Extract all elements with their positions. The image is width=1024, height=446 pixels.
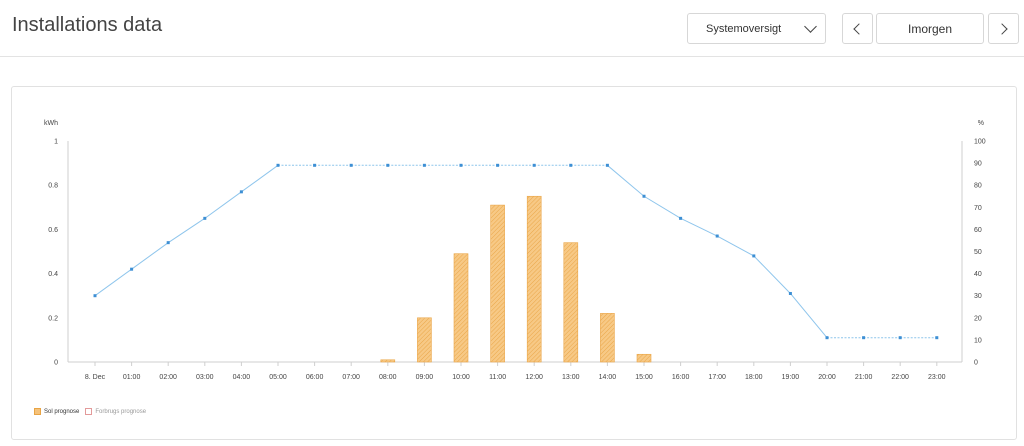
y-right-tick-label: 90 [974,161,982,168]
y-left-axis-label: kWh [44,120,58,127]
line-segment [716,235,755,257]
sol-bar [600,313,615,363]
line-point [788,291,792,295]
line-point [642,194,646,198]
sol-bar [380,359,396,363]
x-tick-label: 15:00 [635,374,653,381]
line-point [752,254,756,258]
x-tick-label: 19:00 [782,374,800,381]
line-point [898,336,902,340]
x-tick-label: 22:00 [891,374,909,381]
y-left-tick-label: 1 [54,139,58,146]
x-tick-label: 14:00 [599,374,617,381]
line-point [239,190,243,194]
x-tick-label: 16:00 [672,374,690,381]
y-right-tick-label: 50 [974,249,982,256]
line-segment [131,242,169,270]
legend-item-sol[interactable]: Sol prognose [34,408,79,415]
x-tick-label: 8. Dec [85,374,106,381]
line-point [569,163,573,167]
line-point [276,163,280,167]
line-point [166,241,170,245]
line-point [349,163,353,167]
line-point [679,216,683,220]
y-right-axis-label: % [978,120,984,127]
x-tick-label: 07:00 [342,374,360,381]
sol-bar [563,242,579,363]
x-tick-label: 09:00 [416,374,434,381]
x-tick-label: 21:00 [855,374,873,381]
y-right-tick-label: 30 [974,293,982,300]
line-point [459,163,463,167]
y-left-tick-label: 0.6 [48,227,58,234]
forecast-chart: kWh %00.20.40.60.810102030405060708090100… [44,120,986,381]
y-left-tick-label: 0.2 [48,315,58,322]
legend-item-forbrug[interactable]: Forbrugs prognose [85,408,146,415]
chart-legend: Sol prognose Forbrugs prognose [34,408,152,415]
line-point [825,336,829,340]
y-left-tick-label: 0.4 [48,271,58,278]
legend-swatch-forbrug [85,408,93,415]
sol-bar [417,317,432,363]
x-tick-label: 06:00 [306,374,324,381]
line-point [715,234,719,238]
y-right-tick-label: 40 [974,271,982,278]
line-segment [167,217,206,244]
x-tick-label: 01:00 [123,374,141,381]
line-point [313,163,317,167]
line-segment [241,164,279,193]
x-tick-label: 03:00 [196,374,214,381]
x-tick-label: 12:00 [525,374,543,381]
legend-label-sol: Sol prognose [44,408,80,415]
x-tick-label: 13:00 [562,374,580,381]
line-point [605,163,609,167]
x-tick-label: 11:00 [489,374,506,381]
y-right-tick-label: 10 [974,337,982,344]
line-segment [94,268,132,297]
line-segment [643,195,681,219]
line-point [496,163,500,167]
y-right-tick-label: 20 [974,315,982,322]
line-segment [753,255,791,294]
legend-swatch-sol [34,408,41,415]
line-segment [607,164,645,197]
sol-bar [526,195,542,363]
x-tick-label: 04:00 [233,374,251,381]
sol-bar [636,353,652,363]
line-point [532,163,536,167]
line-segment [204,191,242,219]
y-right-tick-label: 0 [974,360,978,367]
line-point [862,336,866,340]
line-segment [680,217,718,237]
y-right-tick-label: 70 [974,205,982,212]
sol-bar [453,253,469,363]
line-segment [790,293,828,339]
line-point [130,267,134,271]
y-right-tick-label: 100 [974,139,986,146]
x-tick-label: 08:00 [379,374,397,381]
line-point [935,336,939,340]
y-right-tick-label: 80 [974,183,982,190]
y-right-tick-label: 60 [974,227,982,234]
y-left-tick-label: 0.8 [48,183,58,190]
line-point [386,163,390,167]
x-tick-label: 23:00 [928,374,946,381]
y-left-tick-label: 0 [54,360,58,367]
legend-label-forbrug: Forbrugs prognose [95,408,147,415]
line-point [203,216,207,220]
x-tick-label: 20:00 [818,374,836,381]
x-tick-label: 17:00 [708,374,726,381]
x-tick-label: 10:00 [452,374,470,381]
x-tick-label: 02:00 [159,374,177,381]
sol-bar [490,204,505,363]
x-tick-label: 18:00 [745,374,763,381]
line-point [93,294,97,298]
x-tick-label: 05:00 [269,374,287,381]
line-point [422,163,426,167]
